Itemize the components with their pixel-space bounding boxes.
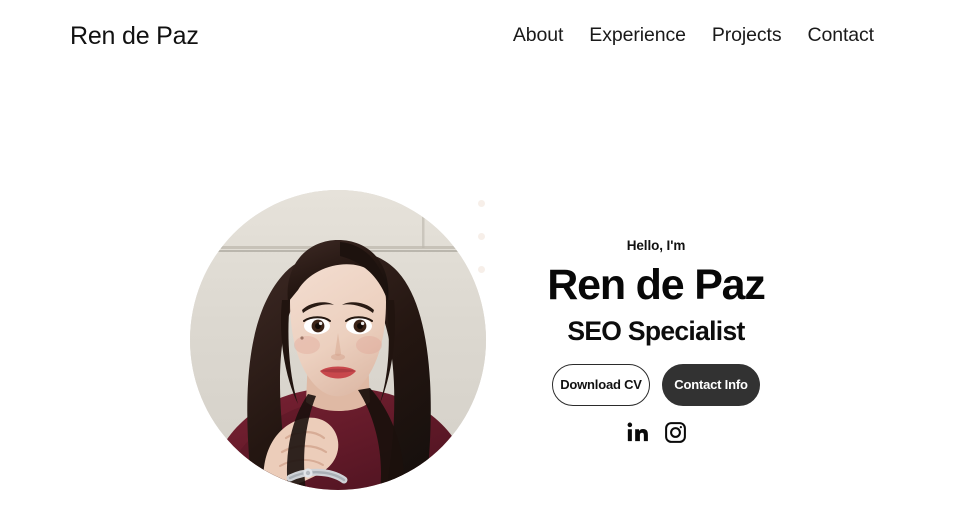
hero-name-heading: Ren de Paz [547, 261, 766, 310]
decorative-dots [478, 200, 492, 280]
download-cv-button[interactable]: Download CV [552, 363, 650, 406]
decorative-dot [478, 266, 485, 273]
profile-photo [190, 190, 486, 490]
site-header: Ren de Paz About Experience Projects Con… [0, 0, 960, 72]
portfolio-page: Ren de Paz About Experience Projects Con… [0, 0, 960, 516]
hero-photo-wrapper [190, 190, 486, 490]
hero-section: Hello, I'm Ren de Paz SEO Specialist Dow… [0, 72, 960, 516]
hero-action-buttons: Download CV Contact Info [516, 363, 796, 406]
hero-text-block: Hello, I'm Ren de Paz SEO Specialist Dow… [516, 238, 796, 445]
nav-item-projects[interactable]: Projects [712, 26, 782, 46]
social-links [516, 420, 796, 445]
instagram-icon[interactable] [663, 420, 688, 445]
nav-item-about[interactable]: About [513, 26, 564, 46]
decorative-dot [478, 233, 485, 240]
main-navigation: About Experience Projects Contact [513, 26, 874, 46]
nav-item-contact[interactable]: Contact [807, 26, 874, 46]
linkedin-icon[interactable] [624, 420, 649, 445]
hero-greeting: Hello, I'm [626, 238, 686, 253]
nav-item-experience[interactable]: Experience [589, 26, 686, 46]
contact-info-button[interactable]: Contact Info [662, 363, 760, 406]
brand-logo[interactable]: Ren de Paz [70, 23, 199, 49]
decorative-dot [478, 200, 485, 207]
hero-role-subheading: SEO Specialist [567, 315, 745, 346]
